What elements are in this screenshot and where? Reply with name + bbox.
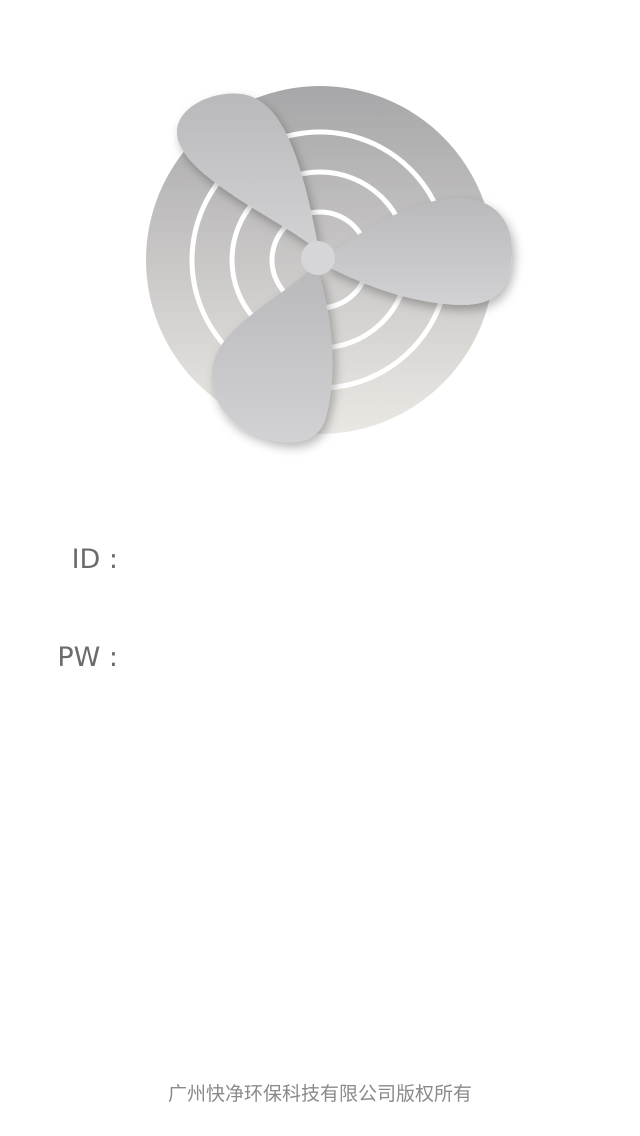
login-screen: ID : PW : 广州快净环保科技有限公司版权所有	[0, 0, 640, 1136]
password-input[interactable]	[130, 636, 590, 682]
pw-row: PW :	[0, 630, 640, 690]
copyright-footer: 广州快净环保科技有限公司版权所有	[167, 1083, 472, 1105]
id-input[interactable]	[130, 538, 590, 584]
id-row: ID :	[0, 532, 640, 592]
fan-icon	[146, 86, 513, 443]
id-label: ID :	[71, 544, 118, 575]
pw-label: PW :	[57, 642, 118, 673]
fan-hub	[301, 241, 335, 275]
